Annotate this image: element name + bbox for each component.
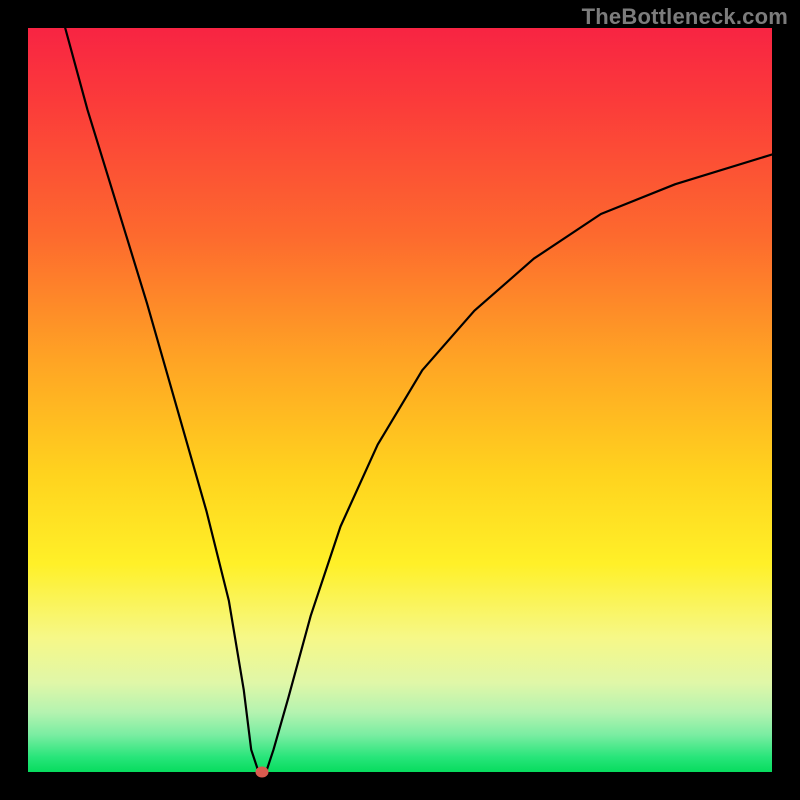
plot-area bbox=[28, 28, 772, 772]
bottleneck-curve bbox=[28, 28, 772, 772]
watermark-text: TheBottleneck.com bbox=[582, 4, 788, 30]
bottleneck-curve-path bbox=[65, 28, 772, 772]
chart-frame: TheBottleneck.com bbox=[0, 0, 800, 800]
optimum-marker-icon bbox=[256, 767, 269, 778]
